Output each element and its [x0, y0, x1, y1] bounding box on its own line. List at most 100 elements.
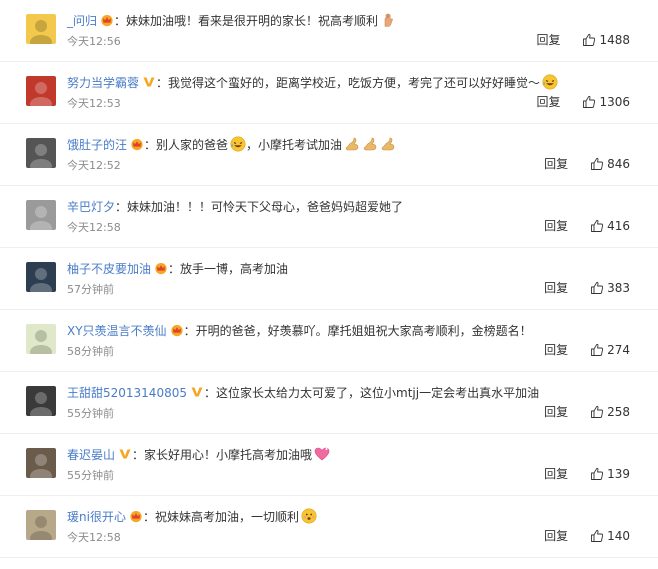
avatar[interactable] [26, 14, 56, 44]
reply-button[interactable]: 回复 [544, 343, 568, 357]
like-button[interactable]: 383 [590, 280, 630, 296]
comment-text: 祝妹妹高考加油，一切顺利 [154, 510, 299, 524]
comment-text-continued: ，小摩托考试加油 [246, 138, 343, 152]
comment-line: XY只羡温言不羡仙 ：开明的爸爸，好羡慕吖。摩托姐姐祝大家高考顺利，金榜题名！ [67, 322, 648, 340]
avatar[interactable] [26, 386, 56, 416]
comment-text: 妹妹加油！！！可怜天下父母心，爸爸妈妈超爱她了 [127, 200, 404, 214]
username-link[interactable]: 柚子不皮要加油 [67, 262, 151, 276]
comment-line: 王甜甜52013140805 ：这位家长太给力太可爱了，这位小mtjj一定会考出真… [67, 384, 648, 402]
thumbs-up-icon [590, 529, 604, 543]
avatar[interactable] [26, 510, 56, 540]
username-link[interactable]: 饿肚子的汪 [67, 138, 127, 152]
like-button[interactable]: 1306 [582, 94, 630, 110]
username-link[interactable]: 王甜甜52013140805 [67, 386, 187, 400]
avatar[interactable] [26, 138, 56, 168]
comment-text: 别人家的爸爸 [156, 138, 229, 152]
like-count: 258 [607, 405, 630, 419]
like-count: 139 [607, 467, 630, 481]
like-button[interactable]: 1488 [582, 32, 630, 48]
username-link[interactable]: _问归 [67, 14, 97, 28]
like-button[interactable]: 846 [590, 156, 630, 172]
thumbs-up-icon [582, 33, 596, 47]
comment-row: 瑗ni很开心 ：祝妹妹高考加油，一切顺利今天12:58 回复 140 [0, 496, 658, 558]
comment-row: 努力当学霸蓉 ：我觉得这个蛮好的，距离学校近，吃饭方便，考完了还可以好好睡觉～ 今天… [0, 62, 658, 124]
colon-separator: ： [156, 76, 169, 90]
colon-separator: ： [168, 262, 181, 276]
comment-actions: 回复 416 [544, 218, 630, 234]
username-link[interactable]: 辛巴灯夕 [67, 200, 115, 214]
like-count: 846 [607, 157, 630, 171]
laughing-emoji [230, 136, 246, 152]
comment-time: 58分钟前 [67, 345, 114, 358]
comment-row: 王甜甜52013140805 ：这位家长太给力太可爱了，这位小mtjj一定会考出真… [0, 372, 658, 434]
username-link[interactable]: XY只羡温言不羡仙 [67, 324, 167, 338]
like-button[interactable]: 416 [590, 218, 630, 234]
comment-time: 今天12:53 [67, 97, 121, 110]
vip-v-badge-icon [190, 385, 204, 399]
thumbs-up-icon [590, 281, 604, 295]
flexed-biceps-emoji [380, 136, 396, 152]
comment-time: 今天12:58 [67, 221, 121, 234]
raised-hand-emoji [380, 12, 396, 28]
thumbs-up-icon [590, 157, 604, 171]
comment-time: 今天12:58 [67, 531, 121, 544]
thumbs-up-icon [590, 405, 604, 419]
comment-actions: 回复 1306 [536, 94, 630, 110]
comment-list: _问归 ：妹妹加油哦！看来是很开明的家长！祝高考顺利 今天12:56 回复 1488 努力… [0, 0, 658, 558]
comment-text: 放手一博，高考加油 [180, 262, 289, 276]
comment-line: 春迟晏山 ：家长好用心！小摩托高考加油哦 [67, 446, 648, 464]
colon-separator: ： [183, 324, 196, 338]
like-count: 1306 [599, 95, 630, 109]
reply-button[interactable]: 回复 [544, 219, 568, 233]
comment-actions: 回复 846 [544, 156, 630, 172]
crown-badge-icon [100, 13, 114, 27]
colon-separator: ： [203, 386, 216, 400]
reply-button[interactable]: 回复 [544, 405, 568, 419]
crown-badge-icon [154, 261, 168, 275]
like-button[interactable]: 274 [590, 342, 630, 358]
comment-time: 57分钟前 [67, 283, 114, 296]
reply-button[interactable]: 回复 [544, 529, 568, 543]
flexed-biceps-emoji [362, 136, 378, 152]
username-link[interactable]: 瑗ni很开心 [67, 510, 126, 524]
username-link[interactable]: 努力当学霸蓉 [67, 76, 139, 90]
sparkling-heart-emoji [314, 446, 330, 462]
thinking-emoji [301, 508, 317, 524]
comment-actions: 回复 383 [544, 280, 630, 296]
crown-badge-icon [170, 323, 184, 337]
comment-row: _问归 ：妹妹加油哦！看来是很开明的家长！祝高考顺利 今天12:56 回复 1488 [0, 0, 658, 62]
comment-line: 柚子不皮要加油 ：放手一博，高考加油 [67, 260, 648, 278]
like-count: 383 [607, 281, 630, 295]
comment-actions: 回复 1488 [536, 32, 630, 48]
comment-line: 瑗ni很开心 ：祝妹妹高考加油，一切顺利 [67, 508, 648, 526]
laughing-emoji [542, 74, 558, 90]
reply-button[interactable]: 回复 [544, 157, 568, 171]
crown-badge-icon [129, 509, 143, 523]
colon-separator: ： [144, 138, 157, 152]
avatar[interactable] [26, 200, 56, 230]
comment-actions: 回复 139 [544, 466, 630, 482]
flexed-biceps-emoji [344, 136, 360, 152]
like-button[interactable]: 258 [590, 404, 630, 420]
avatar[interactable] [26, 324, 56, 354]
username-link[interactable]: 春迟晏山 [67, 448, 115, 462]
avatar[interactable] [26, 262, 56, 292]
reply-button[interactable]: 回复 [544, 281, 568, 295]
like-count: 1488 [599, 33, 630, 47]
comment-line: 饿肚子的汪 ：别人家的爸爸 ，小摩托考试加油 [67, 136, 648, 154]
comment-time: 55分钟前 [67, 407, 114, 420]
like-button[interactable]: 140 [590, 528, 630, 544]
thumbs-up-icon [582, 95, 596, 109]
reply-button[interactable]: 回复 [544, 467, 568, 481]
reply-button[interactable]: 回复 [536, 95, 560, 109]
reply-button[interactable]: 回复 [536, 33, 560, 47]
comment-row: XY只羡温言不羡仙 ：开明的爸爸，好羡慕吖。摩托姐姐祝大家高考顺利，金榜题名！ 58… [0, 310, 658, 372]
colon-separator: ： [132, 448, 145, 462]
avatar[interactable] [26, 448, 56, 478]
like-button[interactable]: 139 [590, 466, 630, 482]
comment-line: 辛巴灯夕：妹妹加油！！！可怜天下父母心，爸爸妈妈超爱她了 [67, 198, 648, 216]
avatar[interactable] [26, 76, 56, 106]
comment-line: _问归 ：妹妹加油哦！看来是很开明的家长！祝高考顺利 [67, 12, 648, 30]
thumbs-up-icon [590, 467, 604, 481]
comment-text: 我觉得这个蛮好的，距离学校近，吃饭方便，考完了还可以好好睡觉～ [168, 76, 541, 90]
